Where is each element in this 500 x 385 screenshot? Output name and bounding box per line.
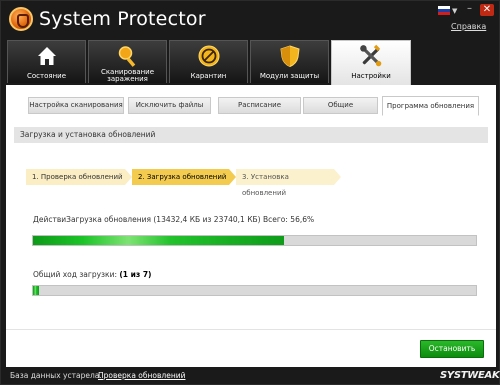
overall-progress-bar [32,285,477,296]
tab-label: Карантин [190,71,227,80]
close-button[interactable]: ✕ [480,4,494,16]
status-text: База данных устарела. [10,371,102,380]
step-arrow [334,169,341,185]
step-install-updates: 3. Установка обновлений [236,169,334,197]
tab-status[interactable]: Состояние [7,40,86,83]
download-progress-bar [32,235,477,246]
quarantine-icon [198,45,219,67]
overall-label-text: Общий ход загрузки: [33,270,117,279]
subtab-general[interactable]: Общие [303,97,378,114]
tab-label: Сканирование заражения [100,68,155,83]
overall-progress-label: Общий ход загрузки: (1 из 7) [33,270,152,279]
overall-count: (1 из 7) [119,270,152,279]
subtab-scan-settings[interactable]: Настройка сканирования [28,97,124,114]
divider [6,329,496,330]
brand-part1: SYS [440,370,461,381]
magnifier-icon [118,46,135,67]
minimize-button[interactable]: – [464,4,475,15]
settings-panel: Настройка сканирования Исключить файлы Р… [6,85,496,367]
check-updates-link[interactable]: Проверка обновлений [98,367,185,385]
step-download-updates: 2. Загрузка обновлений [132,169,229,185]
stop-button[interactable]: Остановить [420,340,484,358]
status-bar: База данных устарела. Проверка обновлени… [1,367,500,385]
language-dropdown-icon[interactable]: ▼ [452,7,457,15]
subtab-schedule[interactable]: Расписание [218,97,301,114]
subtab-updater[interactable]: Программа обновления [382,96,479,116]
download-progress-fill [33,236,284,245]
tab-scan[interactable]: Сканирование заражения [88,40,167,83]
subtab-exclude-files[interactable]: Исключить файлы [128,97,211,114]
tab-quarantine[interactable]: Карантин [169,40,248,83]
shield-icon [279,45,300,68]
home-icon [37,47,56,65]
help-link[interactable]: Справка [451,22,486,31]
brand-part2: TWEAK [460,370,500,381]
tools-icon [360,44,382,67]
step-arrow [229,169,236,185]
step-check-updates: 1. Проверка обновлений [26,169,125,185]
tab-settings[interactable]: Настройки [331,40,411,85]
systweak-logo: SYSTWEAK [440,367,500,385]
tab-label: Настройки [351,71,391,80]
app-window: System Protector ▼ – ✕ Справка Состояние… [0,0,500,385]
overall-progress-fill [33,286,40,295]
tab-protection-modules[interactable]: Модули защиты [250,40,329,83]
app-title: System Protector [39,8,206,30]
tab-label: Модули защиты [259,71,320,80]
app-logo-icon [9,7,33,31]
language-flag-icon[interactable] [438,6,450,15]
section-title: Загрузка и установка обновлений [14,127,488,143]
tab-label: Состояние [26,71,67,80]
download-status-text: ДействиЗагрузка обновления (13432,4 КБ и… [33,215,315,224]
step-arrow [125,169,132,185]
